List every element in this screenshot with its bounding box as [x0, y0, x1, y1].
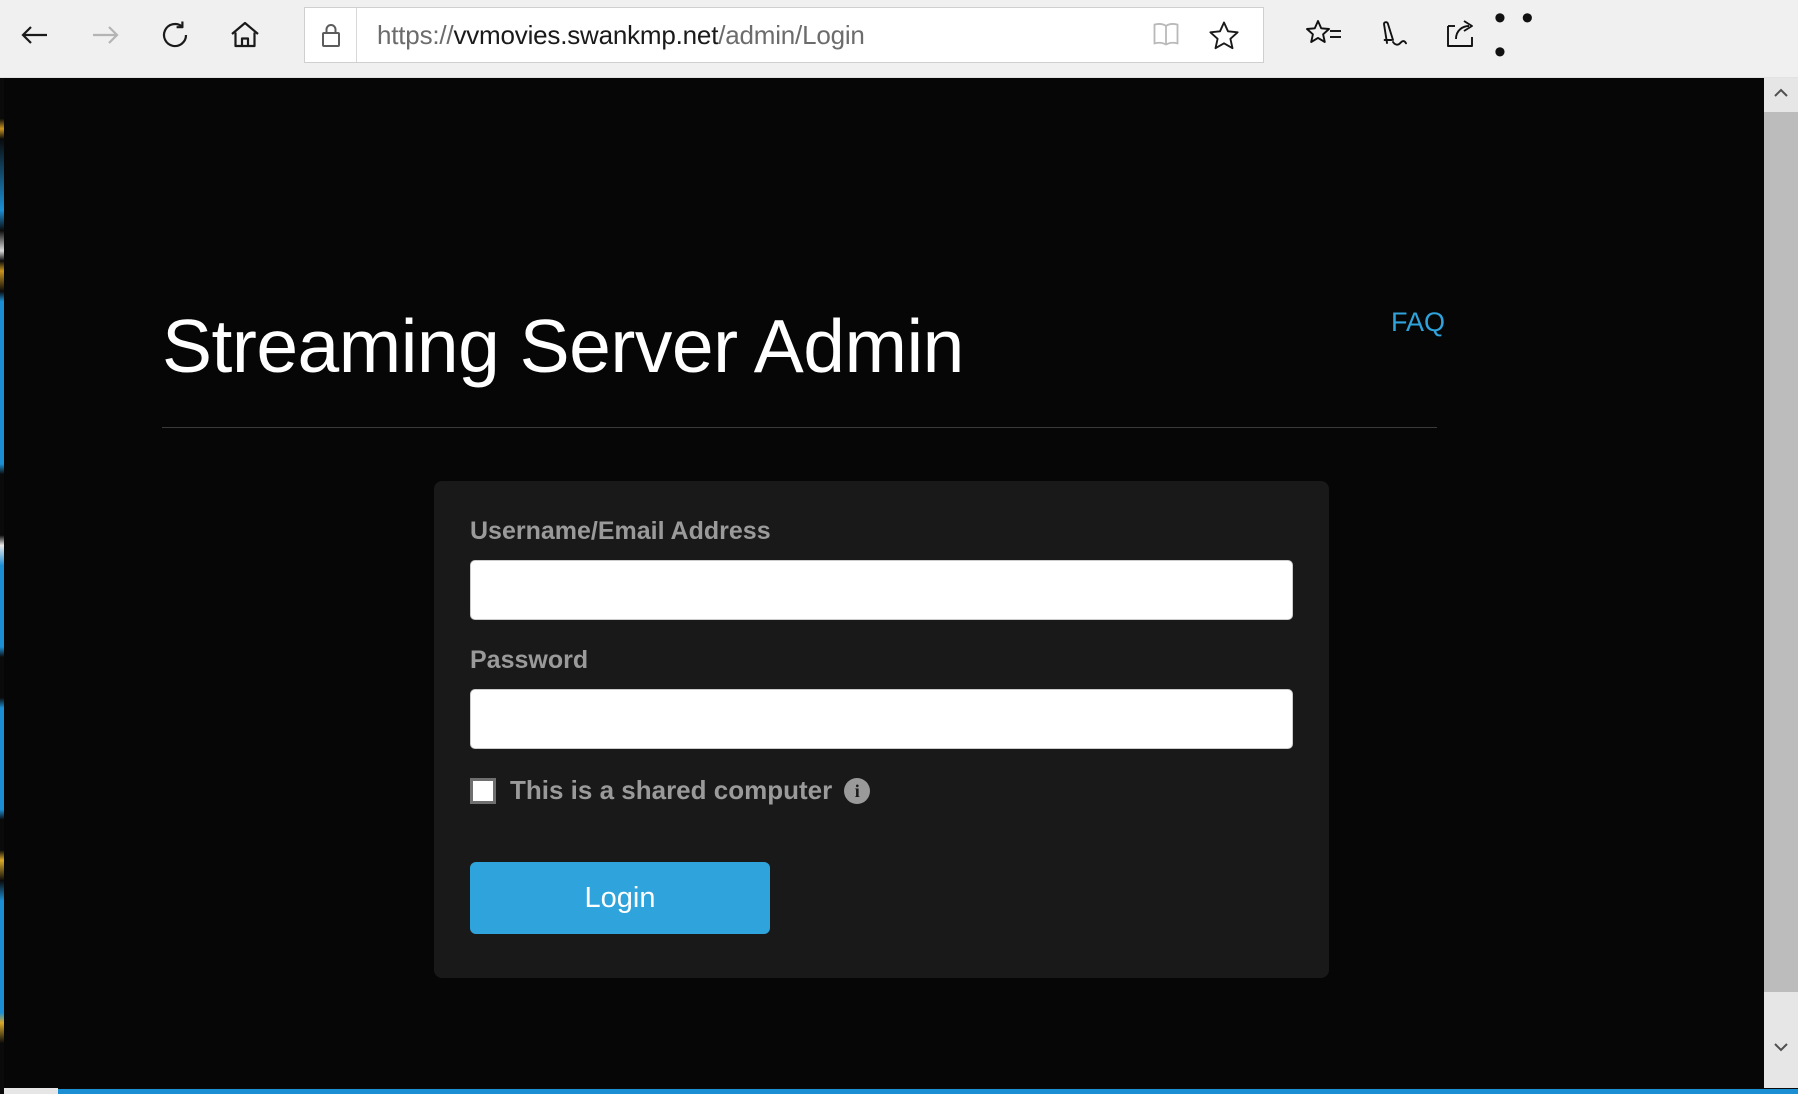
password-input[interactable] [470, 689, 1293, 749]
chrome-separator [0, 70, 1798, 78]
home-button[interactable] [210, 1, 280, 69]
vertical-scroll-thumb[interactable] [1764, 112, 1798, 992]
forward-arrow-icon [87, 17, 123, 53]
more-label: • • • [1494, 0, 1537, 71]
horizontal-scrollbar[interactable] [0, 1088, 1798, 1094]
adjacent-window-sliver [0, 78, 4, 1094]
lock-icon [305, 8, 357, 62]
shared-computer-row: This is a shared computer i [470, 775, 1293, 806]
scrollbar-corner [0, 1088, 58, 1094]
url-path: /admin/Login [718, 19, 865, 50]
back-button[interactable] [0, 1, 70, 69]
page-title: Streaming Server Admin [162, 304, 964, 389]
browser-tool-icons: • • • [1290, 1, 1562, 69]
browser-toolbar: https://vvmovies.swankmp.net/admin/Login [0, 0, 1798, 70]
info-icon[interactable]: i [844, 777, 871, 804]
password-label: Password [470, 646, 589, 674]
refresh-button[interactable] [140, 1, 210, 69]
login-button[interactable]: Login [470, 862, 770, 934]
url-host: vvmovies.swankmp.net [453, 19, 719, 50]
username-label: Username/Email Address [470, 517, 771, 545]
address-bar[interactable]: https://vvmovies.swankmp.net/admin/Login [304, 7, 1264, 63]
more-ellipsis-icon[interactable]: • • • [1494, 1, 1562, 69]
web-note-pen-icon[interactable] [1358, 1, 1426, 69]
scroll-down-button[interactable] [1764, 1032, 1798, 1066]
title-divider [162, 427, 1437, 428]
reading-view-icon[interactable] [1137, 8, 1195, 62]
share-icon[interactable] [1426, 1, 1494, 69]
back-arrow-icon [17, 17, 53, 53]
home-icon [227, 17, 263, 53]
page-body: Streaming Server Admin FAQ Username/Emai… [0, 78, 1750, 1094]
url-scheme: https:// [377, 19, 454, 50]
chevron-up-icon [1773, 86, 1789, 104]
vertical-scrollbar[interactable] [1764, 78, 1798, 1088]
favorites-hub-icon[interactable] [1290, 1, 1358, 69]
chevron-down-icon [1773, 1040, 1789, 1058]
login-card: Username/Email Address Password This is … [434, 481, 1329, 978]
forward-button[interactable] [70, 1, 140, 69]
url-text[interactable]: https://vvmovies.swankmp.net/admin/Login [357, 20, 1137, 51]
refresh-icon [158, 18, 192, 52]
shared-computer-checkbox[interactable] [470, 777, 496, 804]
star-icon[interactable] [1195, 8, 1253, 62]
horizontal-scroll-thumb[interactable] [58, 1089, 1798, 1094]
screen: https://vvmovies.swankmp.net/admin/Login [0, 0, 1798, 1094]
shared-computer-label[interactable]: This is a shared computer [510, 775, 832, 806]
faq-link[interactable]: FAQ [1391, 307, 1445, 338]
address-bar-actions [1137, 8, 1263, 62]
username-input[interactable] [470, 560, 1293, 620]
page-viewport: Streaming Server Admin FAQ Username/Emai… [0, 78, 1798, 1094]
scroll-up-button[interactable] [1764, 78, 1798, 112]
